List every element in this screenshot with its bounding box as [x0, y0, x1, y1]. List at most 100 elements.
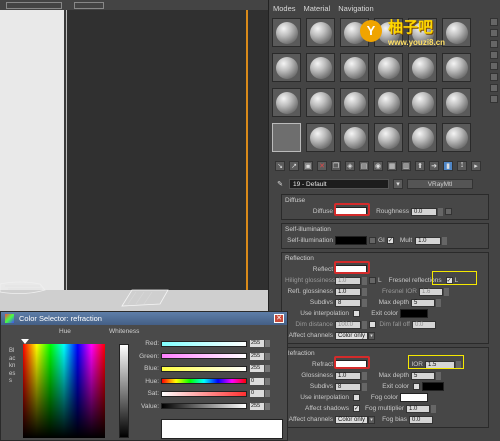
material-slot[interactable]	[340, 123, 369, 152]
refr-affect-channels-select[interactable]: Color only	[335, 415, 369, 424]
refl-gloss-spinner[interactable]: 1.0	[335, 287, 361, 296]
fresnel-ior-spinner[interactable]: 1.6	[419, 287, 443, 296]
hilight-lock-button[interactable]	[369, 277, 376, 284]
refr-max-depth-spinner[interactable]: 5	[411, 371, 435, 380]
red-slider[interactable]	[161, 340, 247, 347]
hilight-gloss-spinner[interactable]: 1.0	[335, 276, 361, 285]
material-slot[interactable]	[442, 123, 471, 152]
material-slot[interactable]	[374, 53, 403, 82]
material-slot-active[interactable]	[272, 123, 301, 152]
spinner-arrows-icon[interactable]	[362, 320, 367, 329]
material-slot[interactable]	[306, 88, 335, 117]
spinner-arrows-icon[interactable]	[436, 298, 441, 307]
sat-slider[interactable]	[161, 390, 247, 397]
green-spinner[interactable]: 255	[250, 352, 264, 360]
assign-material-icon[interactable]: ▣	[303, 161, 313, 171]
material-slot[interactable]	[272, 18, 301, 47]
select-by-material-icon[interactable]	[490, 95, 498, 103]
material-id-icon[interactable]: ◉	[373, 161, 383, 171]
spinner-arrows-icon[interactable]	[265, 390, 270, 397]
get-material-icon[interactable]: ↘	[275, 161, 285, 171]
show-map-icon[interactable]: ▦	[387, 161, 397, 171]
material-slot[interactable]	[272, 88, 301, 117]
roughness-map-button[interactable]	[445, 208, 452, 215]
copy-material-icon[interactable]: ❐	[331, 161, 341, 171]
gi-checkbox[interactable]: ✓	[386, 237, 394, 244]
options-icon[interactable]	[490, 84, 498, 92]
put-to-scene-icon[interactable]: ↗	[289, 161, 299, 171]
make-preview-icon[interactable]	[490, 73, 498, 81]
red-spinner[interactable]: 255	[250, 340, 264, 347]
material-type-button[interactable]: VRayMtl	[407, 179, 473, 189]
affect-shadows-checkbox[interactable]: ✓	[353, 405, 360, 412]
reset-map-icon[interactable]: ✕	[317, 161, 327, 171]
spinner-arrows-icon[interactable]	[265, 402, 270, 410]
backlight-icon[interactable]	[490, 29, 498, 37]
spinner-arrows-icon[interactable]	[265, 352, 270, 360]
dim-falloff-spinner[interactable]: 0.0	[412, 320, 436, 329]
hue-spectrum[interactable]	[23, 344, 105, 438]
background-toggle-icon[interactable]: ▮	[443, 161, 453, 171]
refl-exit-color-swatch[interactable]	[400, 309, 428, 318]
chevron-down-icon[interactable]: ▾	[368, 415, 376, 424]
material-slot[interactable]	[306, 123, 335, 152]
refr-exit-color-swatch[interactable]	[422, 382, 444, 391]
close-icon[interactable]: ✕	[274, 314, 284, 323]
show-end-result-icon[interactable]: ▥	[401, 161, 411, 171]
material-slot[interactable]	[306, 18, 335, 47]
blue-spinner[interactable]: 255	[250, 365, 264, 372]
sample-type-icon[interactable]	[490, 18, 498, 26]
roughness-spinner[interactable]: 0.0	[411, 207, 437, 216]
fog-color-swatch[interactable]	[400, 393, 428, 402]
fog-mult-spinner[interactable]: 1.0	[406, 404, 430, 413]
eyedropper-icon[interactable]: ✎	[275, 179, 285, 189]
spinner-arrows-icon[interactable]	[442, 236, 448, 245]
blue-slider[interactable]	[161, 365, 247, 372]
hue-spinner[interactable]: 0	[250, 377, 264, 385]
spinner-arrows-icon[interactable]	[265, 377, 270, 385]
background-icon[interactable]	[490, 40, 498, 48]
dim-distance-spinner[interactable]: 100.0	[335, 320, 361, 329]
dialog-titlebar[interactable]: Color Selector: refraction ✕	[1, 312, 287, 325]
value-slider[interactable]	[161, 403, 247, 409]
material-slot[interactable]	[408, 88, 437, 117]
sample-uv-icon[interactable]	[490, 51, 498, 59]
material-slot[interactable]	[442, 88, 471, 117]
material-name-dropdown-icon[interactable]: ▾	[393, 179, 403, 189]
go-forward-icon[interactable]: ➜	[429, 161, 439, 171]
sat-spinner[interactable]: 0	[250, 390, 264, 397]
selfillum-map-button[interactable]	[369, 237, 376, 244]
spinner-arrows-icon[interactable]	[431, 404, 436, 413]
go-to-parent-icon[interactable]: ⬆	[415, 161, 425, 171]
spinner-arrows-icon[interactable]	[436, 371, 441, 380]
whiteness-slider[interactable]	[119, 344, 129, 438]
put-to-library-icon[interactable]: ▤	[359, 161, 369, 171]
chevron-down-icon[interactable]: ▾	[368, 331, 376, 340]
fog-bias-spinner[interactable]: 0.0	[409, 415, 434, 424]
spinner-arrows-icon[interactable]	[362, 276, 367, 285]
spinner-arrows-icon[interactable]	[265, 365, 270, 372]
value-spinner[interactable]: 255	[250, 402, 264, 410]
material-slot[interactable]	[340, 53, 369, 82]
refl-use-interp-checkbox[interactable]	[353, 310, 360, 317]
menu-material[interactable]: Material	[304, 4, 331, 13]
refl-subdivs-spinner[interactable]: 8	[335, 298, 361, 307]
refr-gloss-spinner[interactable]: 1.0	[335, 371, 361, 380]
material-slot[interactable]	[374, 123, 403, 152]
menu-modes[interactable]: Modes	[273, 4, 296, 13]
material-slot[interactable]	[442, 53, 471, 82]
make-unique-icon[interactable]: ◈	[345, 161, 355, 171]
hue-slider[interactable]	[161, 378, 247, 384]
material-slot[interactable]	[272, 53, 301, 82]
dim-distance-checkbox[interactable]	[369, 321, 376, 328]
refr-subdivs-spinner[interactable]: 8	[335, 382, 361, 391]
mult-spinner[interactable]: 1.0	[415, 236, 442, 245]
material-name-field[interactable]: 19 - Default	[289, 179, 389, 189]
spinner-arrows-icon[interactable]	[438, 207, 443, 216]
refr-use-interp-checkbox[interactable]	[353, 394, 360, 401]
pick-material-icon[interactable]: ⟟	[457, 161, 467, 171]
spinner-arrows-icon[interactable]	[444, 287, 449, 296]
material-slot[interactable]	[408, 53, 437, 82]
green-slider[interactable]	[161, 353, 247, 359]
selfillum-color-swatch[interactable]	[335, 236, 367, 245]
